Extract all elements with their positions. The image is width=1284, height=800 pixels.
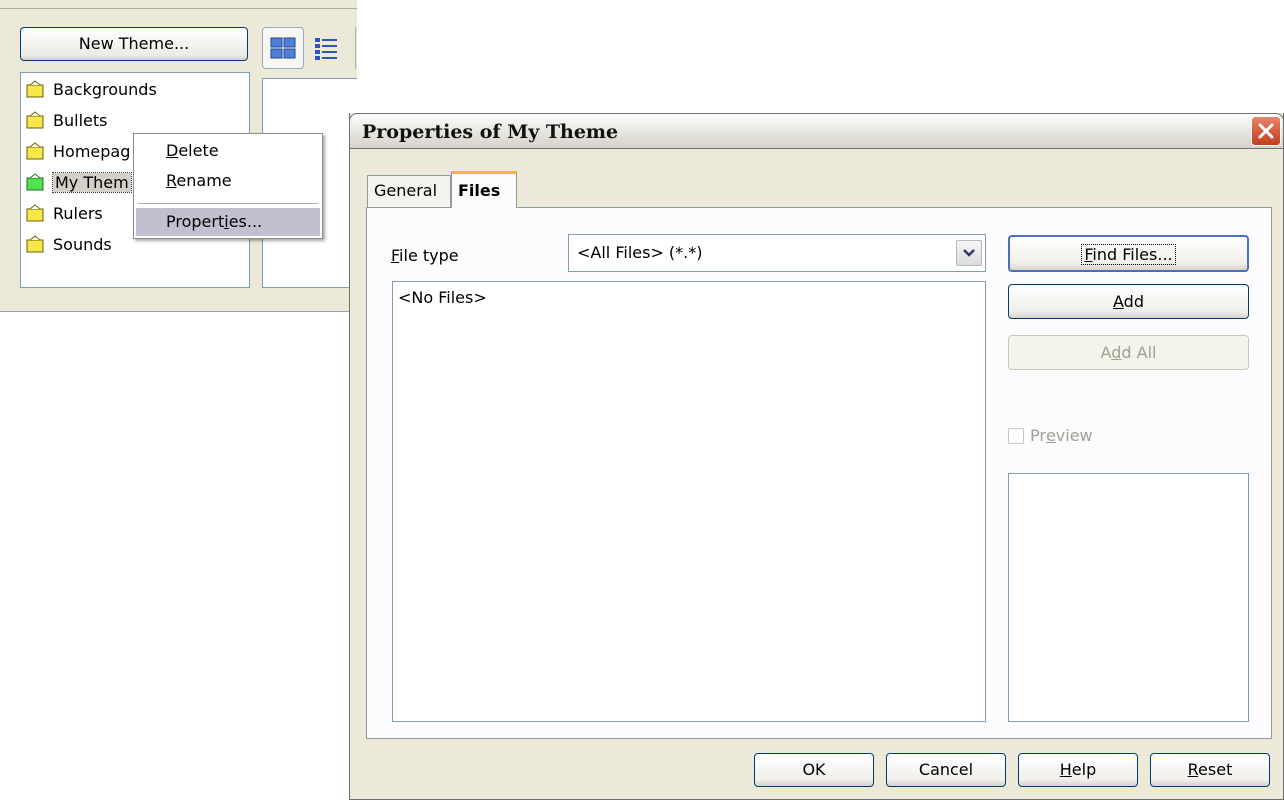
menu-item-delete[interactable]: Delete: [136, 137, 320, 165]
theme-folder-icon: [26, 80, 44, 98]
reset-button[interactable]: Reset: [1150, 753, 1270, 787]
theme-item[interactable]: Bullets: [25, 107, 249, 133]
file-type-label: File type: [391, 246, 459, 265]
preview-checkbox[interactable]: Pr e view: [1008, 426, 1093, 445]
chevron-down-icon: [963, 249, 975, 257]
help-button[interactable]: Help: [1018, 753, 1138, 787]
menu-separator: [138, 203, 318, 204]
close-icon: [1258, 123, 1274, 139]
dialog-titlebar[interactable]: Properties of My Theme: [349, 113, 1284, 149]
theme-folder-green-icon: [26, 173, 44, 191]
tab-files[interactable]: Files: [451, 171, 517, 208]
theme-item[interactable]: Backgrounds: [25, 76, 249, 102]
theme-folder-icon: [26, 111, 44, 129]
find-files-button[interactable]: Find Files...: [1008, 235, 1249, 272]
icon-view-button[interactable]: [262, 27, 304, 69]
file-list-empty-text: <No Files>: [398, 288, 487, 307]
checkbox-box[interactable]: [1008, 427, 1024, 444]
theme-label: My Them: [52, 171, 132, 193]
properties-dialog: Properties of My Theme General Files Fil…: [349, 113, 1284, 800]
panel-top-border: [0, 8, 357, 9]
context-menu: Delete Rename Properties...: [133, 133, 323, 239]
icon-view-icon: [270, 37, 296, 59]
file-list[interactable]: <No Files>: [392, 281, 986, 722]
file-type-value: <All Files> (*.*): [577, 243, 703, 262]
dropdown-button[interactable]: [956, 240, 982, 266]
close-button[interactable]: [1251, 116, 1281, 146]
theme-label: Bullets: [53, 110, 108, 130]
menu-item-properties[interactable]: Properties...: [136, 208, 320, 236]
new-theme-button[interactable]: New Theme...: [20, 27, 248, 61]
theme-folder-icon: [26, 235, 44, 253]
detail-view-icon: [315, 38, 337, 60]
theme-folder-icon: [26, 142, 44, 160]
dialog-title: Properties of My Theme: [362, 121, 619, 143]
menu-item-rename[interactable]: Rename: [136, 167, 320, 195]
theme-folder-icon: [26, 204, 44, 222]
theme-label: Sounds: [53, 234, 112, 254]
files-tab-panel: File type <All Files> (*.*) <No Files> F…: [366, 207, 1272, 739]
detail-view-button[interactable]: [308, 31, 344, 67]
tab-general[interactable]: General: [367, 175, 451, 207]
theme-label: Rulers: [53, 203, 103, 223]
add-button[interactable]: Add: [1008, 284, 1249, 319]
theme-label: Homepag: [53, 141, 131, 161]
cancel-button[interactable]: Cancel: [886, 753, 1006, 787]
preview-box: [1008, 473, 1249, 722]
toolbar-separator: [355, 27, 356, 69]
ok-button[interactable]: OK: [754, 753, 874, 787]
add-all-button[interactable]: Add All: [1008, 335, 1249, 370]
theme-label: Backgrounds: [53, 79, 157, 99]
file-type-select[interactable]: <All Files> (*.*): [568, 234, 986, 272]
